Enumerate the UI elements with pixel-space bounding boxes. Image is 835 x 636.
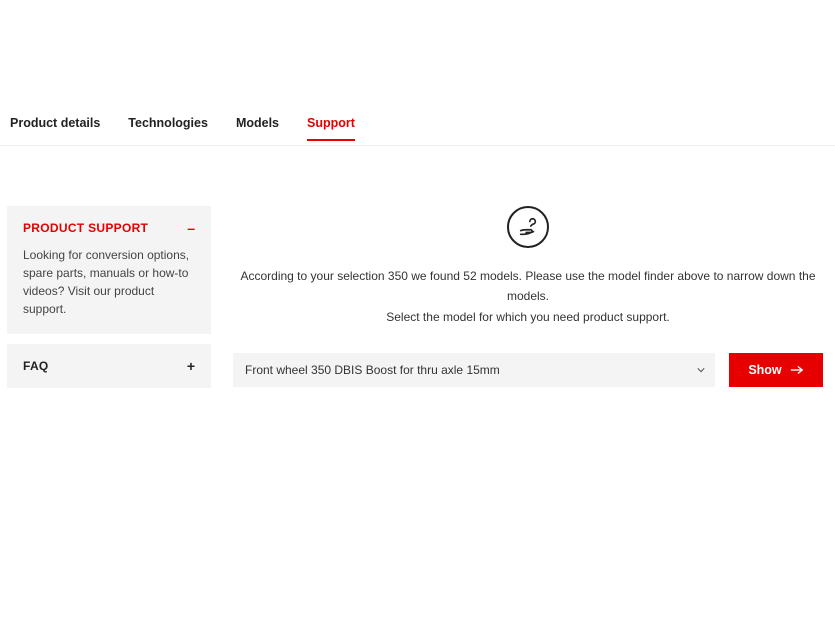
accordion-product-support: PRODUCT SUPPORT – Looking for conversion…	[7, 206, 211, 334]
sidebar: PRODUCT SUPPORT – Looking for conversion…	[7, 206, 211, 398]
help-text-line2: Select the model for which you need prod…	[238, 307, 818, 327]
tab-models[interactable]: Models	[236, 116, 279, 140]
expand-icon: +	[187, 358, 195, 374]
accordion-faq-title: FAQ	[23, 359, 49, 373]
accordion-product-support-body: Looking for conversion options, spare pa…	[23, 246, 195, 318]
accordion-product-support-title: PRODUCT SUPPORT	[23, 221, 148, 235]
tab-technologies[interactable]: Technologies	[128, 116, 208, 140]
accordion-faq: FAQ +	[7, 344, 211, 388]
accordion-faq-header[interactable]: FAQ +	[23, 358, 195, 374]
show-button[interactable]: Show	[729, 353, 823, 387]
content-area: According to your selection 350 we found…	[231, 206, 825, 398]
model-select-wrap: Front wheel 350 DBIS Boost for thru axle…	[233, 353, 715, 387]
arrow-right-icon	[790, 365, 804, 375]
collapse-icon: –	[187, 220, 195, 236]
tab-bar: Product details Technologies Models Supp…	[0, 116, 835, 146]
support-hand-wrench-icon	[507, 206, 549, 248]
model-select[interactable]: Front wheel 350 DBIS Boost for thru axle…	[233, 353, 715, 387]
accordion-product-support-header[interactable]: PRODUCT SUPPORT –	[23, 220, 195, 236]
tab-support[interactable]: Support	[307, 116, 355, 140]
show-button-label: Show	[748, 363, 781, 377]
tab-product-details[interactable]: Product details	[10, 116, 100, 140]
help-text-line1: According to your selection 350 we found…	[238, 266, 818, 307]
